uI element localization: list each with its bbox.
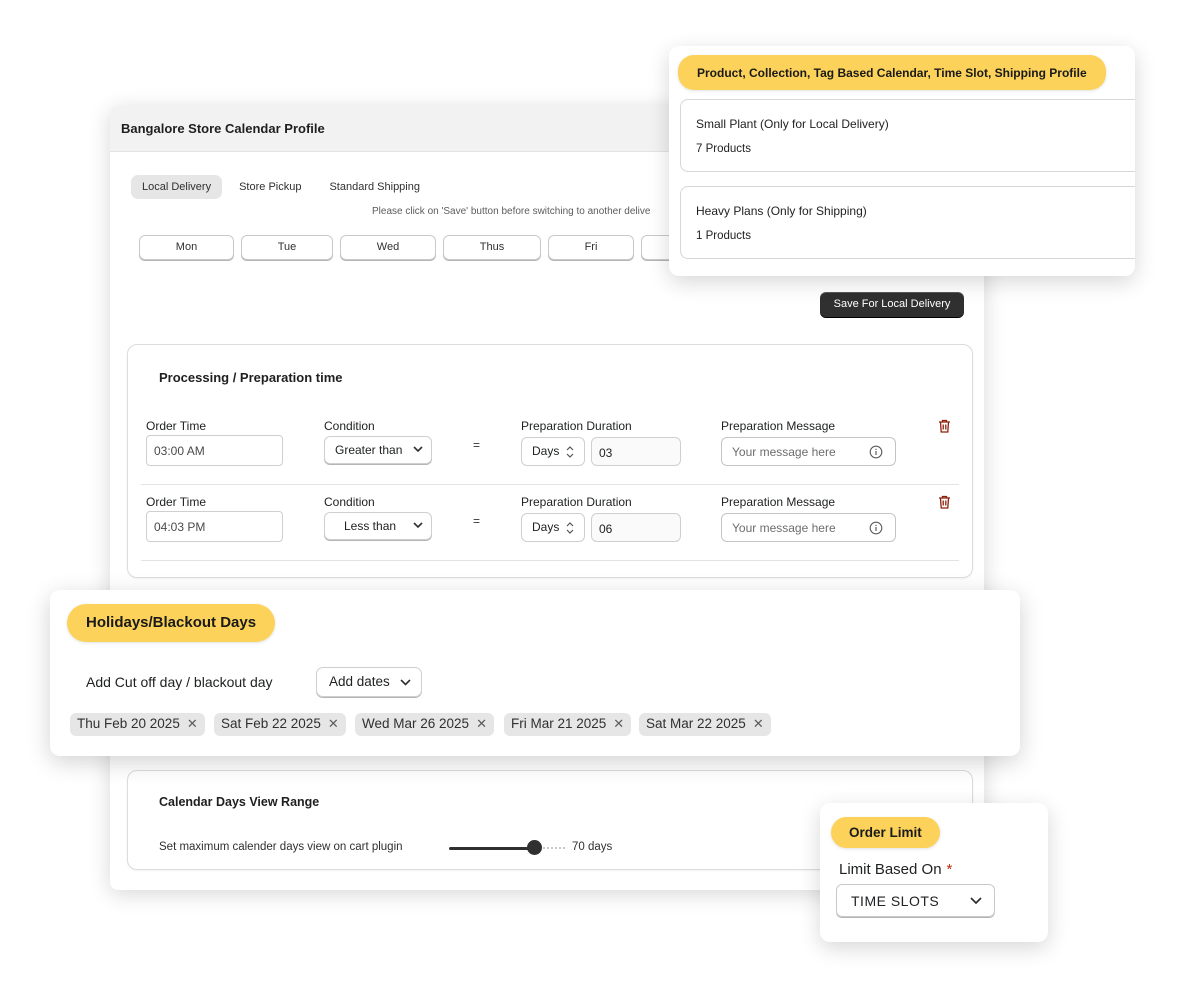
- day-button-tue[interactable]: Tue: [241, 235, 333, 260]
- preparation-duration-label: Preparation Duration: [521, 495, 632, 509]
- date-tag: Fri Mar 21 2025 ✕: [504, 713, 632, 736]
- trash-icon[interactable]: [938, 419, 951, 433]
- day-button-mon[interactable]: Mon: [139, 235, 234, 260]
- limit-selected-value: TIME SLOTS: [851, 893, 940, 909]
- date-tag: Wed Mar 26 2025 ✕: [355, 713, 494, 736]
- limit-label-text: Limit Based On: [839, 861, 942, 878]
- preparation-message-label: Preparation Message: [721, 495, 836, 509]
- day-button-fri[interactable]: Fri: [548, 235, 634, 260]
- preparation-duration-label: Preparation Duration: [521, 419, 632, 433]
- duration-unit-select[interactable]: Days: [521, 437, 585, 466]
- save-notice: Please click on 'Save' button before swi…: [372, 206, 651, 217]
- product-group-count: 1 Products: [696, 230, 751, 242]
- message-placeholder: Your message here: [732, 521, 836, 535]
- chevron-down-icon: [413, 522, 423, 529]
- range-slider-value: 70 days: [572, 841, 613, 853]
- remove-icon[interactable]: ✕: [753, 716, 764, 732]
- save-local-delivery-button[interactable]: Save For Local Delivery: [820, 292, 964, 317]
- date-tag: Thu Feb 20 2025 ✕: [70, 713, 205, 736]
- add-dates-button[interactable]: Add dates: [316, 667, 422, 697]
- holidays-pill: Holidays/Blackout Days: [67, 604, 276, 642]
- list-item[interactable]: Small Plant (Only for Local Delivery) 7 …: [680, 99, 1135, 172]
- product-calendar-pill: Product, Collection, Tag Based Calendar,…: [678, 55, 1106, 90]
- chevron-down-icon: [970, 897, 982, 905]
- date-tag-label: Sat Mar 22 2025: [646, 716, 746, 731]
- order-time-label: Order Time: [146, 495, 207, 509]
- date-tag-label: Fri Mar 21 2025: [511, 716, 607, 731]
- order-time-input[interactable]: 04:03 PM: [146, 511, 283, 542]
- order-limit-card: Order Limit Limit Based On * TIME SLOTS: [820, 803, 1048, 942]
- product-group-count: 7 Products: [696, 143, 751, 155]
- list-item[interactable]: Heavy Plans (Only for Shipping) 1 Produc…: [680, 186, 1135, 259]
- date-tag-label: Wed Mar 26 2025: [362, 716, 470, 731]
- remove-icon[interactable]: ✕: [187, 716, 198, 732]
- condition-select[interactable]: Less than: [324, 512, 432, 540]
- cutoff-label: Add Cut off day / blackout day: [86, 674, 273, 690]
- remove-icon[interactable]: ✕: [613, 716, 624, 732]
- condition-label: Condition: [324, 495, 375, 509]
- condition-value: Less than: [344, 519, 397, 533]
- date-tag-label: Thu Feb 20 2025: [77, 716, 180, 731]
- order-time-input[interactable]: 03:00 AM: [146, 435, 283, 466]
- tab-local-delivery[interactable]: Local Delivery: [131, 175, 223, 199]
- info-icon: [869, 521, 883, 535]
- select-arrows-icon: [566, 446, 574, 458]
- calendar-range-description: Set maximum calender days view on cart p…: [159, 841, 403, 853]
- processing-row: Order Time 03:00 AM Condition Greater th…: [141, 411, 959, 485]
- processing-section: Processing / Preparation time Order Time…: [127, 344, 973, 578]
- condition-value: Greater than: [335, 443, 403, 457]
- preparation-message-input[interactable]: Your message here: [721, 513, 896, 542]
- duration-unit-value: Days: [532, 520, 560, 534]
- date-tag-label: Sat Feb 22 2025: [221, 716, 321, 731]
- preparation-message-input[interactable]: Your message here: [721, 437, 896, 466]
- add-dates-label: Add dates: [329, 674, 390, 689]
- limit-based-on-select[interactable]: TIME SLOTS: [836, 884, 995, 917]
- equals-sign: =: [473, 514, 481, 528]
- product-calendar-card: Product, Collection, Tag Based Calendar,…: [669, 46, 1135, 276]
- info-icon: [869, 445, 883, 459]
- chevron-down-icon: [400, 679, 411, 686]
- holidays-card: Holidays/Blackout Days Add Cut off day /…: [50, 590, 1020, 756]
- range-slider-thumb[interactable]: [527, 840, 542, 855]
- product-group-name: Heavy Plans (Only for Shipping): [696, 204, 867, 218]
- order-time-label: Order Time: [146, 419, 207, 433]
- range-slider-track[interactable]: [449, 847, 535, 850]
- tab-store-pickup[interactable]: Store Pickup: [228, 175, 312, 199]
- condition-label: Condition: [324, 419, 375, 433]
- remove-icon[interactable]: ✕: [476, 716, 487, 732]
- date-tag: Sat Feb 22 2025 ✕: [214, 713, 346, 736]
- duration-input[interactable]: 03: [591, 437, 681, 466]
- chevron-down-icon: [413, 446, 423, 453]
- day-button-wed[interactable]: Wed: [340, 235, 436, 260]
- day-button-thu[interactable]: Thus: [443, 235, 541, 260]
- trash-icon[interactable]: [938, 495, 951, 509]
- delivery-tabs: Local Delivery Store Pickup Standard Shi…: [131, 175, 431, 199]
- remove-icon[interactable]: ✕: [328, 716, 339, 732]
- condition-select[interactable]: Greater than: [324, 436, 432, 464]
- duration-input[interactable]: 06: [591, 513, 681, 542]
- limit-based-on-label: Limit Based On *: [839, 861, 952, 878]
- product-group-name: Small Plant (Only for Local Delivery): [696, 117, 889, 131]
- preparation-message-label: Preparation Message: [721, 419, 836, 433]
- tab-standard-shipping[interactable]: Standard Shipping: [318, 175, 431, 199]
- calendar-range-title: Calendar Days View Range: [159, 795, 320, 809]
- equals-sign: =: [473, 438, 481, 452]
- processing-title: Processing / Preparation time: [159, 370, 343, 385]
- duration-unit-value: Days: [532, 444, 560, 458]
- duration-unit-select[interactable]: Days: [521, 513, 585, 542]
- required-marker: *: [946, 861, 953, 878]
- order-limit-pill: Order Limit: [831, 817, 940, 848]
- select-arrows-icon: [566, 522, 574, 534]
- date-tag: Sat Mar 22 2025 ✕: [639, 713, 771, 736]
- processing-row: Order Time 04:03 PM Condition Less than …: [141, 487, 959, 561]
- message-placeholder: Your message here: [732, 445, 836, 459]
